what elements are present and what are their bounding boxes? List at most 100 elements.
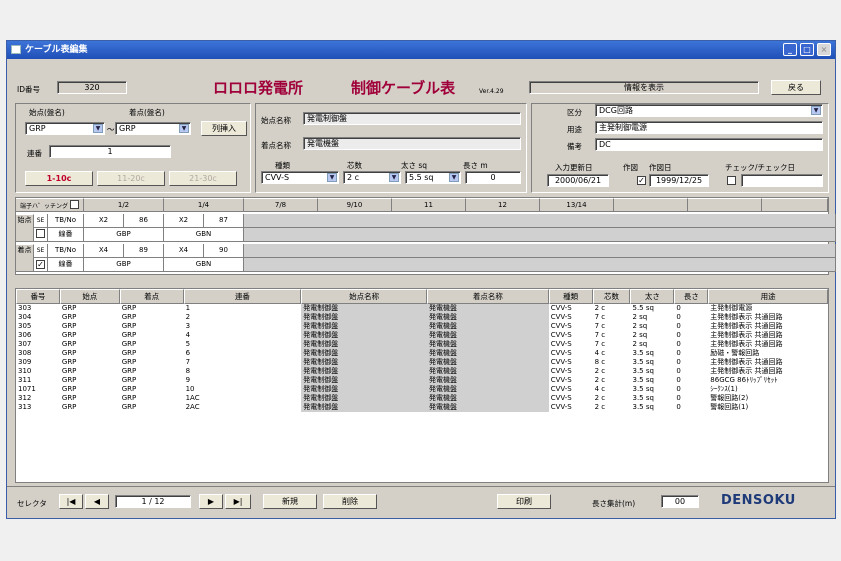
se-checkbox[interactable] <box>36 229 45 238</box>
maximize-button[interactable]: □ <box>800 43 814 56</box>
author-checkbox[interactable]: ✓ <box>637 176 646 185</box>
from-name-field[interactable]: 発電制御盤 <box>303 112 521 125</box>
from-name-label: 始点名称 <box>261 116 291 125</box>
category-value: DCG回路 <box>599 106 633 115</box>
page-button-21-30[interactable]: 21-30c <box>169 171 237 186</box>
chevron-down-icon[interactable]: ▼ <box>93 124 103 133</box>
table-cell: 2 c <box>594 367 606 375</box>
table-row[interactable]: 310 GRP GRP 8 発電制御盤 発電機盤 CVV-S 2 c 3.5 sq 0 主発制御表示… <box>16 367 828 376</box>
check-checkbox[interactable] <box>727 176 736 185</box>
category-select[interactable]: DCG回路 ▼ <box>595 104 823 117</box>
length-field[interactable]: 0 <box>465 171 521 184</box>
table-row[interactable]: 309 GRP GRP 7 発電制御盤 発電機盤 CVV-S 8 c 3.5 sq 0 主発制御表示… <box>16 358 828 367</box>
list-column-header[interactable]: 長さ <box>674 289 709 304</box>
densoku-logo: DENSOKU <box>721 493 796 508</box>
terminal-col-header: 1/2 <box>84 198 164 212</box>
list-column-header[interactable]: 種類 <box>548 289 593 304</box>
list-column-header[interactable]: 用途 <box>708 289 828 304</box>
first-record-button[interactable]: |◀ <box>59 494 83 509</box>
tb-cell[interactable]: X4 <box>84 244 124 258</box>
from-panel-select[interactable]: GRP ▼ <box>25 122 105 135</box>
tb-cell[interactable]: 90 <box>204 244 244 258</box>
list-column-header[interactable]: 着点名称 <box>426 289 549 304</box>
table-cell: 7 c <box>594 313 606 321</box>
to-panel-select[interactable]: GRP ▼ <box>115 122 191 135</box>
tb-cell[interactable]: 86 <box>124 214 164 228</box>
new-button[interactable]: 新規 <box>263 494 317 509</box>
next-record-button[interactable]: ▶ <box>199 494 223 509</box>
type-label: 種類 <box>275 161 290 170</box>
table-cell: GRP <box>61 367 77 375</box>
footer-divider <box>7 486 835 487</box>
chevron-down-icon[interactable]: ▼ <box>389 173 399 182</box>
table-row[interactable]: 313 GRP GRP 2AC 発電制御盤 発電機盤 CVV-S 2 c 3.5 sq 0 警報回路… <box>16 403 828 412</box>
list-column-header[interactable]: 太さ <box>630 289 675 304</box>
wire-cell[interactable]: GBP <box>84 228 164 242</box>
author-date-field[interactable]: 1999/12/25 <box>649 174 709 187</box>
table-row[interactable]: 303 GRP GRP 1 発電制御盤 発電機盤 CVV-S 2 c 5.5 sq 0 主発制御電源 <box>16 304 828 313</box>
table-row[interactable]: 311 GRP GRP 9 発電制御盤 発電機盤 CVV-S 2 c 3.5 sq 0 86GCG … <box>16 376 828 385</box>
se-checkbox[interactable]: ✓ <box>36 260 45 269</box>
list-column-header[interactable]: 連番 <box>183 289 302 304</box>
size-select[interactable]: 5.5 sq ▼ <box>405 171 461 184</box>
mapping-checkbox[interactable] <box>69 200 79 209</box>
wire-cell[interactable]: GBN <box>164 258 244 272</box>
print-button[interactable]: 印刷 <box>497 494 551 509</box>
list-column-header[interactable]: 番号 <box>16 289 60 304</box>
page-button-11-20[interactable]: 11-20c <box>97 171 165 186</box>
table-row[interactable]: 306 GRP GRP 4 発電制御盤 発電機盤 CVV-S 7 c 2 sq 0 主発制御表示 共… <box>16 331 828 340</box>
se-checkbox-cell[interactable]: ✓ <box>34 258 48 272</box>
input-date-field[interactable]: 2000/06/21 <box>547 174 609 187</box>
check-date-field[interactable] <box>741 174 823 187</box>
table-cell: 9 <box>185 376 191 384</box>
chevron-down-icon[interactable]: ▼ <box>811 106 821 115</box>
insert-button[interactable]: 列挿入 <box>201 121 247 136</box>
table-cell: GRP <box>121 322 137 330</box>
table-row[interactable]: 307 GRP GRP 5 発電制御盤 発電機盤 CVV-S 7 c 2 sq 0 主発制御表示 共… <box>16 340 828 349</box>
delete-button[interactable]: 削除 <box>323 494 377 509</box>
table-cell: GRP <box>121 331 137 339</box>
wire-empty-cells[interactable] <box>244 228 836 242</box>
return-button[interactable]: 戻る <box>771 80 821 95</box>
table-cell: CVV-S <box>550 340 572 348</box>
chevron-down-icon[interactable]: ▼ <box>449 173 459 182</box>
wire-cell[interactable]: GBN <box>164 228 244 242</box>
list-column-header[interactable]: 芯数 <box>592 289 631 304</box>
type-select[interactable]: CVV-S ▼ <box>261 171 339 184</box>
chevron-down-icon[interactable]: ▼ <box>327 173 337 182</box>
last-record-button[interactable]: ▶| <box>225 494 251 509</box>
se-checkbox-cell[interactable] <box>34 228 48 242</box>
tb-empty-cells[interactable] <box>244 244 836 258</box>
serial-field[interactable]: 1 <box>49 145 171 158</box>
note-field[interactable]: DC <box>595 138 823 151</box>
tb-cell[interactable]: X2 <box>84 214 124 228</box>
cores-select[interactable]: 2 c ▼ <box>343 171 401 184</box>
wire-cell[interactable]: GBP <box>84 258 164 272</box>
list-column-header[interactable]: 始点 <box>59 289 120 304</box>
cable-list[interactable]: 番号 始点 着点 連番 始点名称 着点名称 種類 芯数 太さ 長さ 用途 303 GRP GRP 1 発電制… <box>15 288 829 483</box>
wire-empty-cells[interactable] <box>244 258 836 272</box>
list-column-header[interactable]: 始点名称 <box>301 289 427 304</box>
minimize-button[interactable]: _ <box>783 43 797 56</box>
usage-field[interactable]: 主発制御電源 <box>595 121 823 134</box>
id-label: ID番号 <box>17 85 40 94</box>
table-row[interactable]: 1071 GRP GRP 10 発電制御盤 発電機盤 CVV-S 4 c 3.5 sq 0 ｼｰｸﾝ… <box>16 385 828 394</box>
close-button[interactable]: × <box>817 43 831 56</box>
list-column-header[interactable]: 着点 <box>119 289 184 304</box>
table-row[interactable]: 305 GRP GRP 3 発電制御盤 発電機盤 CVV-S 7 c 2 sq 0 主発制御表示 共… <box>16 322 828 331</box>
chevron-down-icon[interactable]: ▼ <box>179 124 189 133</box>
tb-empty-cells[interactable] <box>244 214 836 228</box>
table-row[interactable]: 304 GRP GRP 2 発電制御盤 発電機盤 CVV-S 7 c 2 sq 0 主発制御表示 共… <box>16 313 828 322</box>
to-tb-row: 着点 SE TB/No X4 89 X4 90 <box>16 244 836 272</box>
prev-record-button[interactable]: ◀ <box>85 494 109 509</box>
table-row[interactable]: 312 GRP GRP 1AC 発電制御盤 発電機盤 CVV-S 2 c 3.5 sq 0 警報回路… <box>16 394 828 403</box>
to-name-field[interactable]: 発電機盤 <box>303 137 521 150</box>
tb-cell[interactable]: 89 <box>124 244 164 258</box>
tb-cell[interactable]: X4 <box>164 244 204 258</box>
table-cell: 発電機盤 <box>426 403 549 412</box>
terminal-col-header: 1/4 <box>164 198 244 212</box>
page-button-1-10[interactable]: 1-10c <box>25 171 93 186</box>
tb-cell[interactable]: 87 <box>204 214 244 228</box>
tb-cell[interactable]: X2 <box>164 214 204 228</box>
table-row[interactable]: 308 GRP GRP 6 発電制御盤 発電機盤 CVV-S 4 c 3.5 sq 0 励磁・警報回… <box>16 349 828 358</box>
